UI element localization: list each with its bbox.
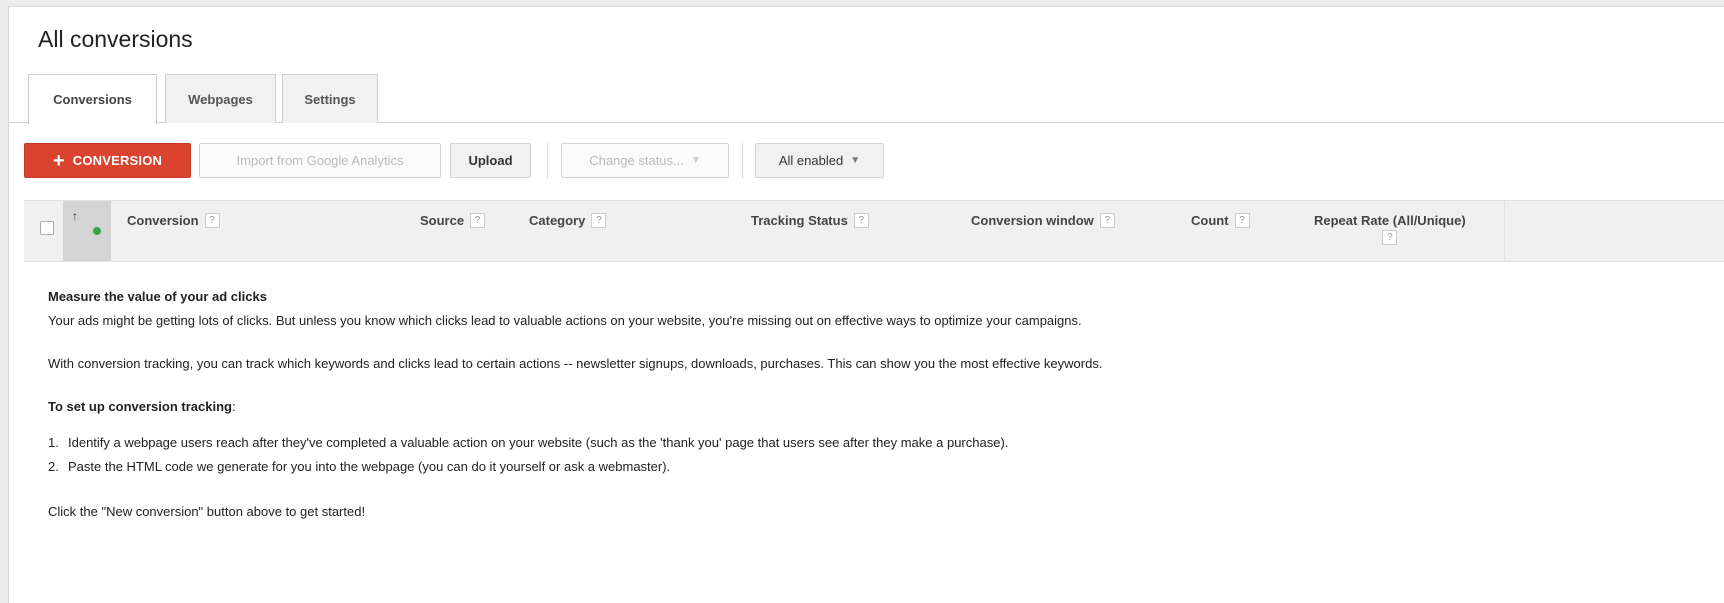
tab-webpages[interactable]: Webpages <box>165 74 276 123</box>
column-header-category[interactable]: Category ? <box>529 213 607 228</box>
tab-conversions[interactable]: Conversions <box>28 74 157 124</box>
column-divider <box>1504 201 1505 261</box>
help-icon[interactable]: ? <box>853 213 869 228</box>
column-label: Source <box>420 213 465 228</box>
column-label: Conversion <box>127 213 199 228</box>
change-status-label: Change status... <box>589 153 684 168</box>
column-label: Tracking Status <box>751 213 848 228</box>
help-icon[interactable]: ? <box>470 213 486 228</box>
setup-heading-colon: : <box>231 399 236 414</box>
column-label: Count <box>1191 213 1229 228</box>
status-filter-label: All enabled <box>778 153 844 168</box>
list-item: 2. Paste the HTML code we generate for yo… <box>48 459 670 474</box>
toolbar-divider <box>742 143 743 178</box>
status-sort-column[interactable]: ↑ <box>63 201 111 261</box>
call-to-action-text: Click the "New conversion" button above … <box>48 504 366 519</box>
setup-heading: To set up conversion tracking: <box>48 399 236 414</box>
help-icon[interactable]: ? <box>1099 213 1115 228</box>
list-item: 1. Identify a webpage users reach after t… <box>48 435 1008 450</box>
column-header-count[interactable]: Count ? <box>1191 213 1250 228</box>
column-header-tracking-status[interactable]: Tracking Status ? <box>751 213 869 228</box>
empty-state-paragraph: With conversion tracking, you can track … <box>48 356 1103 371</box>
chevron-down-icon: ▼ <box>690 155 701 166</box>
status-dot-icon <box>93 227 101 235</box>
status-filter-dropdown[interactable]: All enabled ▼ <box>755 143 884 178</box>
table-header: ↑ Conversion ? Source ? Category ? Track… <box>24 200 1724 262</box>
column-header-source[interactable]: Source ? <box>420 213 486 228</box>
toolbar: + CONVERSION Import from Google Analytic… <box>9 138 1724 182</box>
plus-icon: + <box>52 149 65 172</box>
new-conversion-label: CONVERSION <box>72 153 163 168</box>
column-header-conversion[interactable]: Conversion ? <box>127 213 220 228</box>
list-number: 1. <box>48 435 59 450</box>
empty-state-paragraph: Your ads might be getting lots of clicks… <box>48 313 1082 328</box>
sort-arrow-icon: ↑ <box>72 209 78 223</box>
empty-state-heading: Measure the value of your ad clicks <box>48 289 267 304</box>
upload-button[interactable]: Upload <box>450 143 531 178</box>
change-status-dropdown[interactable]: Change status... ▼ <box>561 143 729 178</box>
list-text: Identify a webpage users reach after the… <box>68 435 1009 450</box>
column-header-repeat-rate[interactable]: Repeat Rate (All/Unique) ? <box>1314 213 1466 245</box>
select-all-checkbox[interactable] <box>40 221 54 235</box>
column-label: Category <box>529 213 586 228</box>
column-label: Repeat Rate (All/Unique) <box>1314 213 1466 228</box>
page-title: All conversions <box>38 26 193 52</box>
app-frame: All conversions Conversions Webpages Set… <box>8 6 1724 603</box>
help-icon[interactable]: ? <box>204 213 220 228</box>
new-conversion-button[interactable]: + CONVERSION <box>24 143 191 178</box>
list-text: Paste the HTML code we generate for you … <box>68 459 671 474</box>
chevron-down-icon: ▼ <box>850 155 861 166</box>
help-icon[interactable]: ? <box>591 213 607 228</box>
tab-settings[interactable]: Settings <box>282 74 378 123</box>
import-analytics-button[interactable]: Import from Google Analytics <box>199 143 441 178</box>
toolbar-divider <box>547 143 548 178</box>
column-label: Conversion window <box>971 213 1094 228</box>
column-header-conversion-window[interactable]: Conversion window ? <box>971 213 1115 228</box>
help-icon[interactable]: ? <box>1234 213 1250 228</box>
tab-bar: Conversions Webpages Settings <box>9 74 1724 124</box>
help-icon[interactable]: ? <box>1382 230 1398 245</box>
setup-heading-text: To set up conversion tracking <box>48 399 232 414</box>
list-number: 2. <box>48 459 59 474</box>
